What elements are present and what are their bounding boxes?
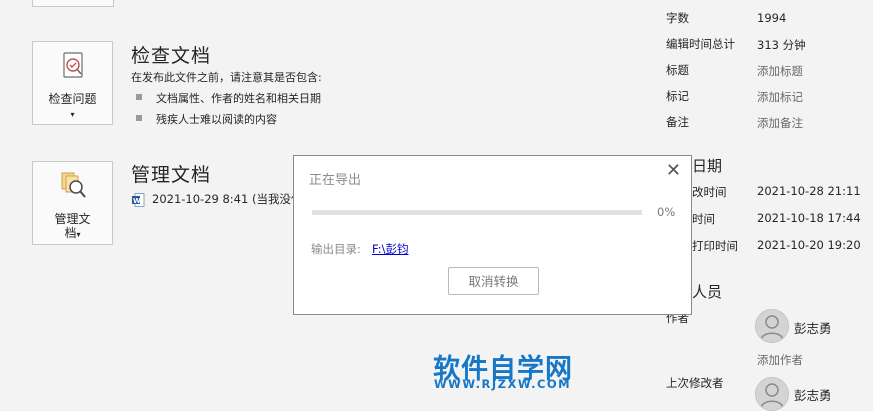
close-icon[interactable]: ✕ [666,161,681,181]
inspect-intro: 在发布此文件之前，请注意其是否包含: [131,71,322,84]
modified-value: 2021-10-28 21:11 [757,184,861,198]
last-modified-name[interactable]: 彭志勇 [794,385,832,404]
inspect-tile-label: 检查问题 [48,92,97,106]
manage-title: 管理文档 [131,164,212,186]
person-icon [760,383,784,409]
checklist-icon [61,51,87,81]
manage-tile-label-line2: 档 [64,226,77,240]
word-count-value: 1994 [757,11,787,25]
export-progress-bar [312,210,642,215]
last-modified-avatar[interactable] [755,377,789,411]
add-tags-field[interactable]: 添加标记 [757,89,803,105]
previous-card-edge [32,0,114,7]
add-comments-field[interactable]: 添加备注 [757,115,803,131]
chevron-down-icon: ▾ [70,110,75,119]
inspect-title: 检查文档 [131,45,212,67]
title-label: 标题 [666,63,689,77]
printed-value: 2021-10-20 19:20 [757,238,861,252]
chevron-down-icon: ▾ [76,230,81,239]
last-modified-by-label: 上次修改者 [666,376,724,390]
bullet-icon [136,115,142,121]
dialog-title: 正在导出 [309,173,362,188]
export-dialog: 正在导出 ✕ 0% 输出目录: F:\彭钧 取消转换 [293,155,692,315]
manage-document-button[interactable]: 管理文 档▾ [32,161,113,245]
word-count-label: 字数 [666,11,689,25]
author-name[interactable]: 彭志勇 [794,318,832,337]
output-dir-label: 输出目录: [311,242,361,256]
inspect-document-button[interactable]: 检查问题 ▾ [32,41,113,125]
inspect-item-2: 残疾人士难以阅读的内容 [156,113,277,126]
tags-label: 标记 [666,89,689,103]
add-author-link[interactable]: 添加作者 [757,352,803,368]
bullet-icon [136,94,142,100]
inspect-item-1: 文档属性、作者的姓名和相关日期 [156,92,321,105]
svg-text:W: W [133,197,141,205]
edit-time-value: 313 分钟 [757,38,806,52]
modified-label: 改时间 [692,185,727,199]
version-entry[interactable]: 2021-10-29 8:41 (当我没保 [152,191,302,207]
author-avatar[interactable] [755,309,789,343]
output-dir-link[interactable]: F:\彭钧 [372,241,408,257]
manage-tile-label-line1: 管理文 [54,212,91,226]
dates-header: 日期 [692,157,723,175]
person-icon [760,315,784,341]
printed-label: 打印时间 [692,239,738,253]
cancel-conversion-button[interactable]: 取消转换 [448,267,539,295]
created-value: 2021-10-18 17:44 [757,211,861,225]
people-header: 人员 [692,283,723,301]
edit-time-label: 编辑时间总计 [666,37,735,51]
add-title-field[interactable]: 添加标题 [757,63,803,79]
manage-document-icon [61,171,87,201]
comments-label: 备注 [666,115,689,129]
word-doc-icon: W [132,192,145,211]
created-label: 时间 [692,212,715,226]
progress-percent: 0% [657,205,676,219]
watermark-url: WWW.RJZXW.COM [434,377,572,391]
